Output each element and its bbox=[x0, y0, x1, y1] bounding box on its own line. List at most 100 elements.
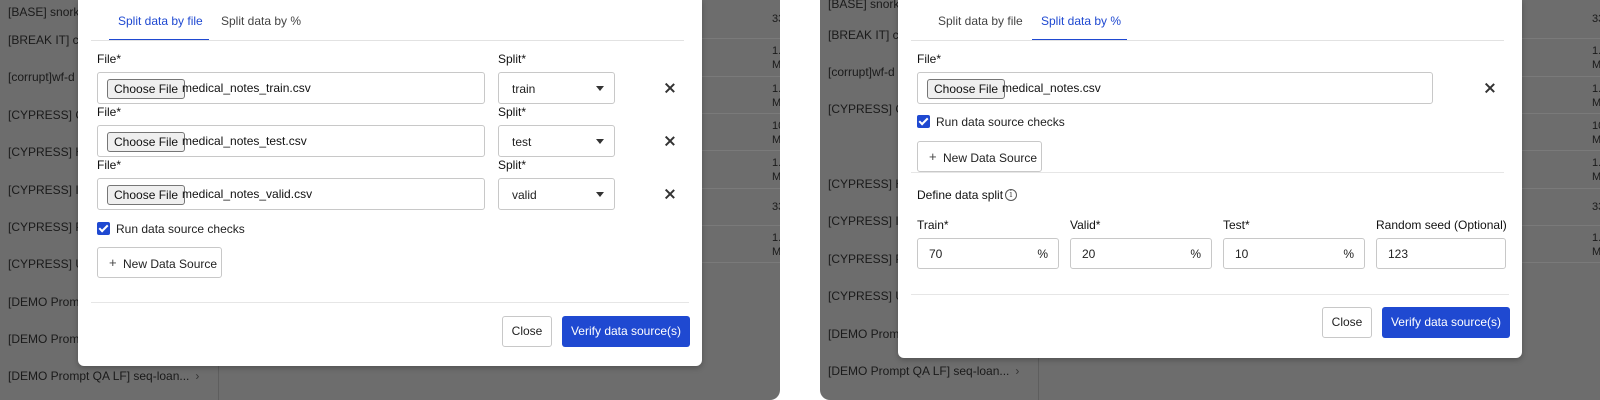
background-list-item[interactable]: [CYPRESS] HI bbox=[8, 142, 87, 162]
background-cell: M bbox=[772, 246, 780, 258]
tabs-divider bbox=[91, 40, 684, 41]
background-cell: M bbox=[1592, 134, 1600, 146]
background-cell: 33 bbox=[1592, 13, 1600, 25]
percent-unit: % bbox=[1190, 247, 1201, 261]
train-percent-input[interactable]: 70 % bbox=[917, 238, 1059, 269]
test-percent-value: 10 bbox=[1235, 247, 1249, 261]
tab-split-by-file[interactable]: Split data by file bbox=[118, 14, 203, 28]
background-list-item[interactable]: [DEMO Prompt QA LF] seq-loan... › bbox=[828, 361, 1019, 381]
remove-file-icon[interactable] bbox=[663, 81, 677, 95]
background-cell: 1. bbox=[772, 157, 780, 169]
verify-data-sources-button[interactable]: Verify data source(s) bbox=[1382, 307, 1510, 338]
choose-file-button[interactable]: Choose File bbox=[927, 79, 1006, 99]
background-cell: 10 bbox=[772, 120, 780, 132]
file-input[interactable]: Choose File medical_notes.csv bbox=[917, 72, 1433, 104]
file-input[interactable]: Choose File medical_notes_test.csv bbox=[97, 125, 485, 157]
background-list-item[interactable]: [DEMO Prompt QA LF] seq-loan... › bbox=[8, 366, 199, 386]
valid-percent-input[interactable]: 20 % bbox=[1070, 238, 1212, 269]
tabs-divider bbox=[911, 40, 1504, 41]
random-seed-input[interactable]: 123 bbox=[1376, 238, 1506, 269]
choose-file-button[interactable]: Choose File bbox=[107, 79, 186, 99]
choose-file-button[interactable]: Choose File bbox=[107, 132, 186, 152]
caret-down-icon bbox=[596, 86, 604, 91]
remove-file-icon[interactable] bbox=[663, 134, 677, 148]
footer-divider bbox=[91, 302, 689, 303]
section-divider bbox=[911, 172, 1504, 173]
background-list-item[interactable]: [BREAK IT] co bbox=[828, 25, 905, 45]
background-list-item[interactable]: [CYPRESS] IM bbox=[8, 180, 89, 200]
file-label: File* bbox=[97, 52, 122, 66]
background-cell: 1. bbox=[1592, 45, 1600, 57]
split-select[interactable]: test bbox=[498, 125, 615, 157]
upload-modal-split-by-file: Split data by file Split data by % File*… bbox=[78, 0, 702, 366]
file-input[interactable]: Choose File medical_notes_train.csv bbox=[97, 72, 485, 104]
test-percent-input[interactable]: 10 % bbox=[1223, 238, 1365, 269]
close-button[interactable]: Close bbox=[502, 316, 552, 347]
split-mode-tabs: Split data by file Split data by % bbox=[78, 0, 702, 41]
tab-split-by-file[interactable]: Split data by file bbox=[938, 14, 1023, 28]
split-select[interactable]: valid bbox=[498, 178, 615, 210]
split-select-value: test bbox=[512, 135, 532, 149]
file-name: medical_notes_valid.csv bbox=[182, 187, 313, 201]
run-checks-checkbox[interactable] bbox=[97, 222, 110, 235]
chevron-right-icon: › bbox=[195, 369, 200, 383]
background-list-item[interactable]: [DEMO Promp bbox=[8, 329, 86, 349]
background-cell: 1. bbox=[1592, 232, 1600, 244]
run-checks-label: Run data source checks bbox=[116, 222, 245, 236]
chevron-right-icon: › bbox=[1015, 364, 1020, 378]
file-label: File* bbox=[97, 105, 122, 119]
percent-unit: % bbox=[1343, 247, 1354, 261]
verify-data-sources-button[interactable]: Verify data source(s) bbox=[562, 316, 690, 347]
close-button[interactable]: Close bbox=[1322, 307, 1372, 338]
background-cell: 1. bbox=[772, 83, 780, 95]
file-label: File* bbox=[97, 158, 122, 172]
background-list-item[interactable]: [CYPRESS] IM bbox=[828, 211, 909, 231]
footer-divider bbox=[911, 294, 1509, 295]
background-list-item[interactable]: [BREAK IT] co bbox=[8, 30, 85, 50]
background-cell: M bbox=[772, 134, 780, 146]
valid-label: Valid* bbox=[1070, 218, 1101, 232]
background-cell: 1. bbox=[772, 45, 780, 57]
run-checks-checkbox[interactable] bbox=[917, 115, 930, 128]
background-list-item[interactable]: [BASE] snorke bbox=[828, 0, 906, 14]
caret-down-icon bbox=[596, 139, 604, 144]
remove-file-icon[interactable] bbox=[1483, 81, 1497, 95]
train-label: Train* bbox=[917, 218, 949, 232]
tab-split-by-percent[interactable]: Split data by % bbox=[221, 14, 301, 28]
upload-modal-split-by-percent: Split data by file Split data by % File*… bbox=[898, 0, 1522, 358]
define-split-label: Define data split bbox=[917, 188, 1004, 202]
background-list-item-label: [DEMO Prompt QA LF] seq-loan... bbox=[828, 364, 1010, 378]
file-name: medical_notes_test.csv bbox=[182, 134, 307, 148]
split-select-value: train bbox=[512, 82, 536, 96]
percent-unit: % bbox=[1037, 247, 1048, 261]
file-label: File* bbox=[917, 52, 942, 66]
split-select[interactable]: train bbox=[498, 72, 615, 104]
background-cell: M bbox=[1592, 246, 1600, 258]
info-icon[interactable]: i bbox=[1005, 189, 1017, 201]
background-list-item[interactable]: [corrupt]wf-d bbox=[828, 62, 895, 82]
background-cell: 1. bbox=[1592, 83, 1600, 95]
remove-file-icon[interactable] bbox=[663, 187, 677, 201]
background-cell: 33 bbox=[772, 201, 780, 213]
file-name: medical_notes.csv bbox=[1002, 81, 1101, 95]
background-cell: M bbox=[1592, 171, 1600, 183]
test-label: Test* bbox=[1223, 218, 1250, 232]
split-mode-tabs: Split data by file Split data by % bbox=[898, 0, 1522, 41]
choose-file-button[interactable]: Choose File bbox=[107, 185, 186, 205]
split-select-value: valid bbox=[512, 188, 537, 202]
background-cell: M bbox=[1592, 97, 1600, 109]
split-label: Split* bbox=[498, 158, 527, 172]
random-seed-value: 123 bbox=[1388, 247, 1409, 261]
background-list-item[interactable]: [corrupt]wf-d bbox=[8, 67, 75, 87]
background-cell: 33 bbox=[1592, 201, 1600, 213]
background-list-item[interactable]: [CYPRESS] HI bbox=[828, 174, 907, 194]
split-label: Split* bbox=[498, 105, 527, 119]
background-cell: 10 bbox=[1592, 120, 1600, 132]
new-data-source-button[interactable]: + New Data Source bbox=[917, 141, 1042, 172]
file-input[interactable]: Choose File medical_notes_valid.csv bbox=[97, 178, 485, 210]
valid-percent-value: 20 bbox=[1082, 247, 1096, 261]
file-name: medical_notes_train.csv bbox=[182, 81, 311, 95]
new-data-source-button[interactable]: + New Data Source bbox=[97, 247, 222, 278]
background-list-item[interactable]: [BASE] snorke bbox=[8, 2, 86, 22]
tab-split-by-percent[interactable]: Split data by % bbox=[1041, 14, 1121, 28]
